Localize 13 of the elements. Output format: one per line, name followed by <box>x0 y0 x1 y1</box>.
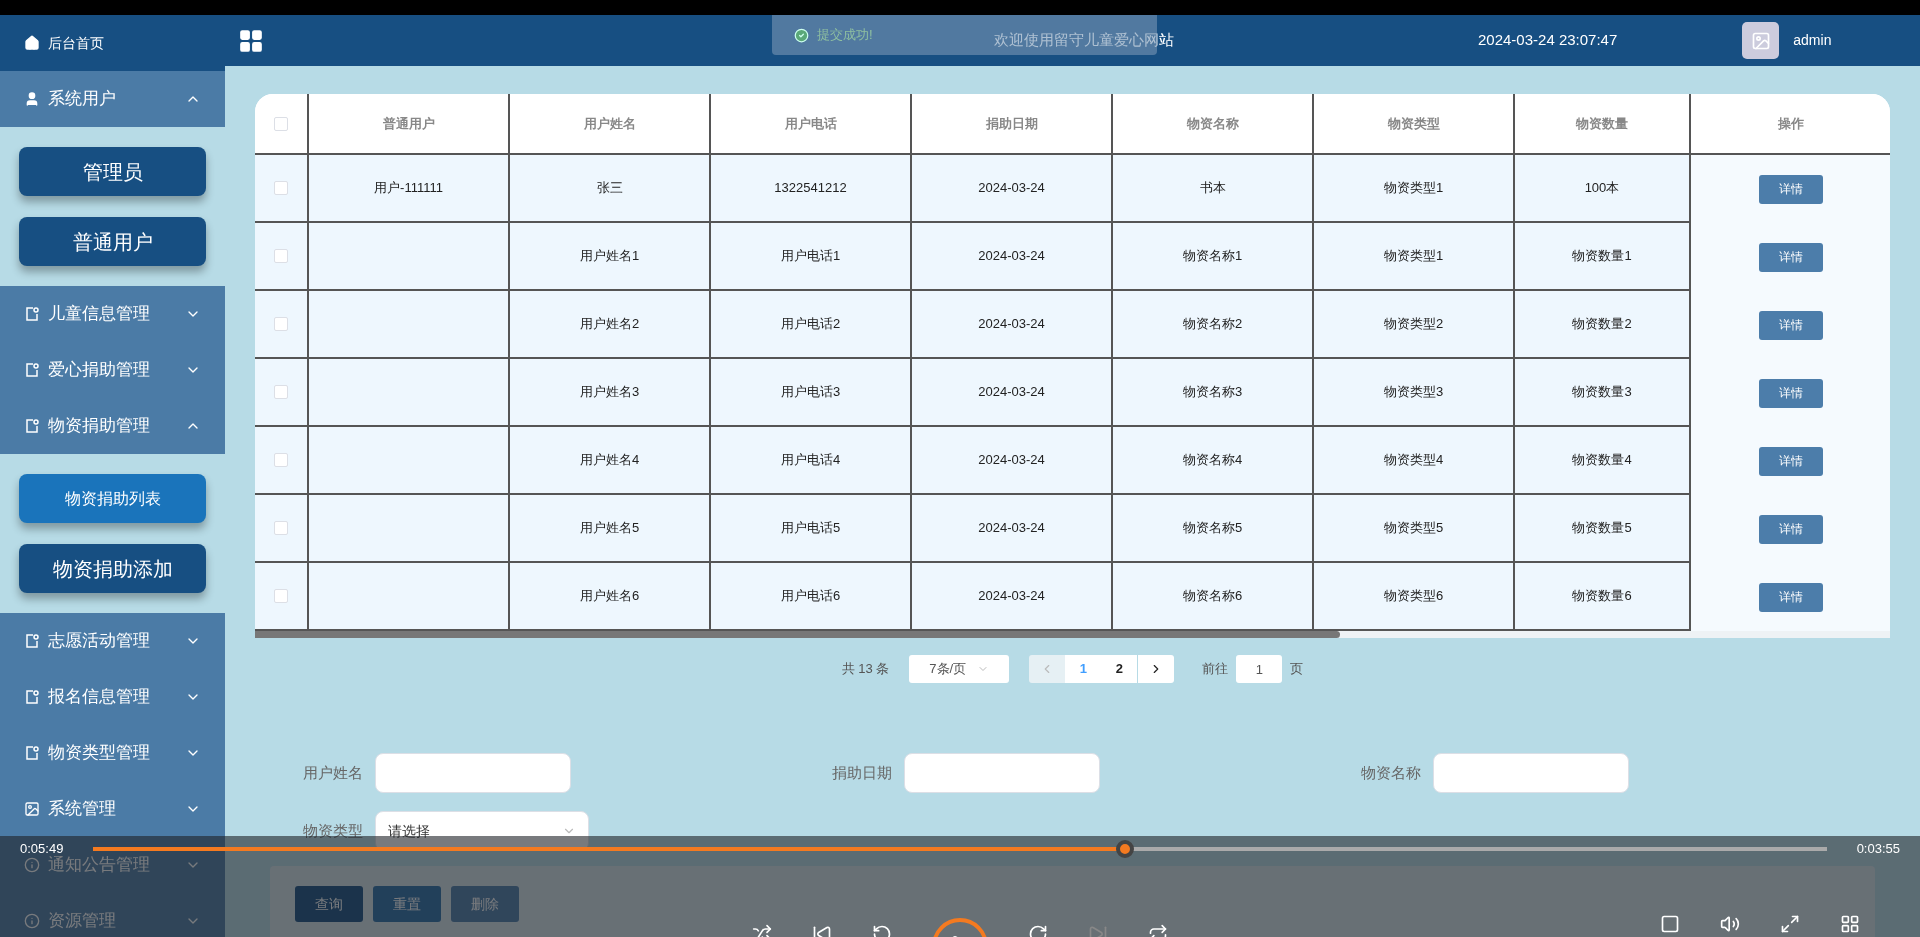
field-label: 物资类型 <box>303 820 363 841</box>
field-label: 捐助日期 <box>832 762 892 783</box>
remaining-time: 0:03:55 <box>1856 840 1900 859</box>
field-label: 物资名称 <box>1361 762 1421 783</box>
field-label: 用户姓名 <box>303 762 363 783</box>
elapsed-time: 0:05:49 <box>20 840 64 857</box>
site-title: 欢迎使用留守儿童爱心网站 <box>994 30 1174 51</box>
username: admin <box>1793 31 1832 50</box>
goto-label: 前往 <box>1202 660 1229 679</box>
total-count: 共 13 条 <box>841 660 890 679</box>
toast-message: 提交成功! <box>817 26 873 45</box>
page-suffix: 页 <box>1290 660 1304 679</box>
date-time: 2024-03-24 23:07:47 <box>1478 30 1618 51</box>
